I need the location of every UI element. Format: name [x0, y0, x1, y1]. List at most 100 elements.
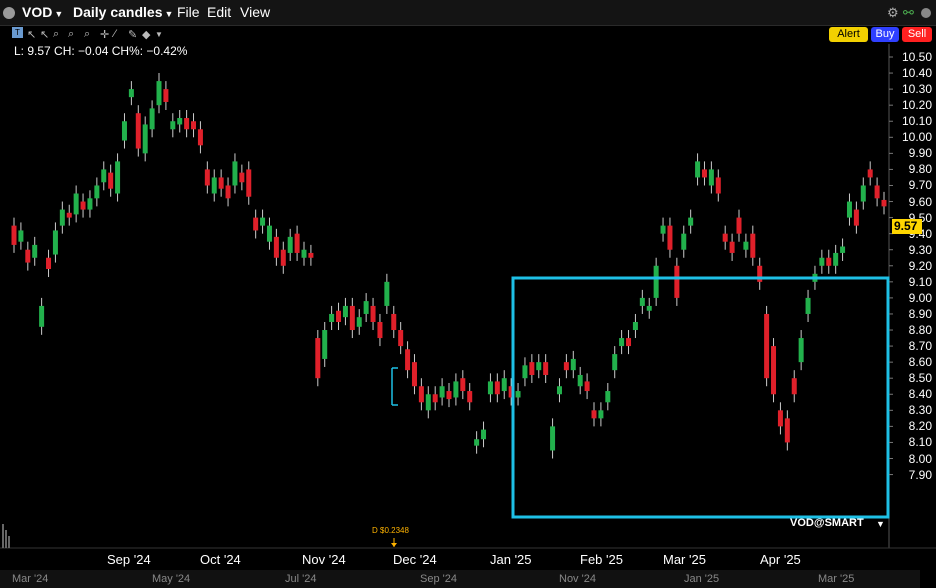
candle-body: [791, 378, 797, 395]
candle-body: [128, 89, 134, 98]
candle-body: [743, 241, 749, 250]
overview-strip: [0, 570, 920, 588]
candle-body: [881, 199, 887, 207]
candle-body: [294, 233, 300, 253]
candle-body: [736, 217, 742, 234]
candle-body: [777, 410, 783, 427]
month-label: Sep '24: [107, 552, 151, 567]
candle-body: [280, 249, 286, 266]
price-label: 9.00: [908, 290, 932, 305]
candle-body: [73, 193, 79, 215]
price-label: 10.30: [901, 82, 932, 97]
price-label: 9.20: [908, 258, 932, 273]
month-label: Dec '24: [393, 552, 437, 567]
candle-body: [342, 305, 348, 318]
candle-body: [398, 330, 404, 347]
candle-body: [632, 321, 638, 331]
candle-body: [349, 305, 355, 331]
price-label: 8.10: [908, 435, 932, 450]
candle-body: [826, 257, 832, 266]
candle-body: [446, 391, 452, 400]
price-label: 10.40: [901, 66, 932, 81]
candle-body: [211, 177, 217, 194]
candle-body: [246, 169, 252, 197]
candle-body: [515, 391, 521, 398]
candle-body: [833, 252, 839, 266]
candle-body: [771, 346, 777, 395]
candle-body: [253, 217, 259, 231]
chevron-down-icon[interactable]: ▼: [876, 519, 885, 529]
candle-body: [66, 212, 72, 218]
candle-body: [239, 172, 245, 183]
candle-body: [543, 362, 549, 375]
candle-body: [149, 108, 155, 130]
candle-body: [184, 118, 190, 130]
candlestick-chart[interactable]: [0, 0, 936, 588]
volume-bar: [2, 524, 4, 548]
candle-body: [391, 313, 397, 331]
candle-body: [750, 233, 756, 258]
candle-body: [653, 265, 659, 298]
candle-body: [501, 378, 507, 392]
price-label: 10.50: [901, 50, 932, 64]
candle-body: [570, 358, 576, 371]
candle-body: [418, 386, 424, 403]
candle-body: [370, 305, 376, 322]
candle-body: [646, 305, 652, 311]
price-label: 7.90: [908, 467, 932, 482]
candle-body: [170, 121, 176, 130]
candle-body: [612, 354, 618, 371]
candle-body: [39, 305, 45, 327]
candle-body: [764, 313, 770, 379]
price-label: 8.50: [908, 371, 932, 386]
candle-body: [336, 310, 342, 322]
candle-body: [25, 249, 31, 263]
price-label: 8.00: [908, 451, 932, 466]
contract-label: VOD@SMART: [790, 517, 864, 529]
candle-body: [273, 236, 279, 258]
candle-body: [695, 161, 701, 178]
candle-body: [467, 391, 473, 403]
volume-bar: [5, 530, 7, 548]
month-label: Nov '24: [302, 552, 346, 567]
candle-body: [784, 418, 790, 443]
candle-body: [681, 233, 687, 250]
candle-body: [619, 338, 625, 347]
candle-body: [32, 244, 38, 258]
candle-body: [846, 201, 852, 218]
candle-body: [18, 230, 24, 242]
price-label: 10.00: [901, 130, 932, 145]
price-label: 10.20: [901, 98, 932, 113]
candle-body: [80, 201, 86, 210]
candle-body: [722, 233, 728, 242]
candle-body: [142, 124, 148, 154]
candle-body: [432, 394, 438, 403]
price-label: 8.40: [908, 387, 932, 402]
overview-label: May '24: [152, 573, 191, 585]
candle-body: [108, 172, 114, 189]
volume-bar: [8, 536, 10, 548]
price-label: 9.90: [908, 146, 932, 161]
overview-label: Nov '24: [559, 573, 596, 585]
price-label: 8.80: [908, 323, 932, 338]
candle-body: [798, 338, 804, 363]
candle-body: [453, 381, 459, 398]
price-label: 9.80: [908, 162, 932, 177]
month-label: Apr '25: [760, 552, 801, 567]
candle-body: [860, 185, 866, 202]
candle-body: [363, 301, 369, 314]
candle-body: [715, 177, 721, 194]
candle-body: [522, 365, 528, 379]
candle-body: [156, 81, 162, 106]
dividend-arrow: [391, 543, 397, 547]
month-label: Jan '25: [490, 552, 532, 567]
candle-body: [46, 257, 52, 269]
price-label: 9.10: [908, 274, 932, 289]
candle-body: [197, 129, 203, 146]
overview-label: Mar '25: [818, 573, 855, 585]
candle-body: [87, 198, 93, 210]
candle-body: [177, 118, 183, 125]
candle-body: [191, 121, 197, 130]
candle-body: [94, 185, 100, 199]
candle-body: [853, 209, 859, 226]
